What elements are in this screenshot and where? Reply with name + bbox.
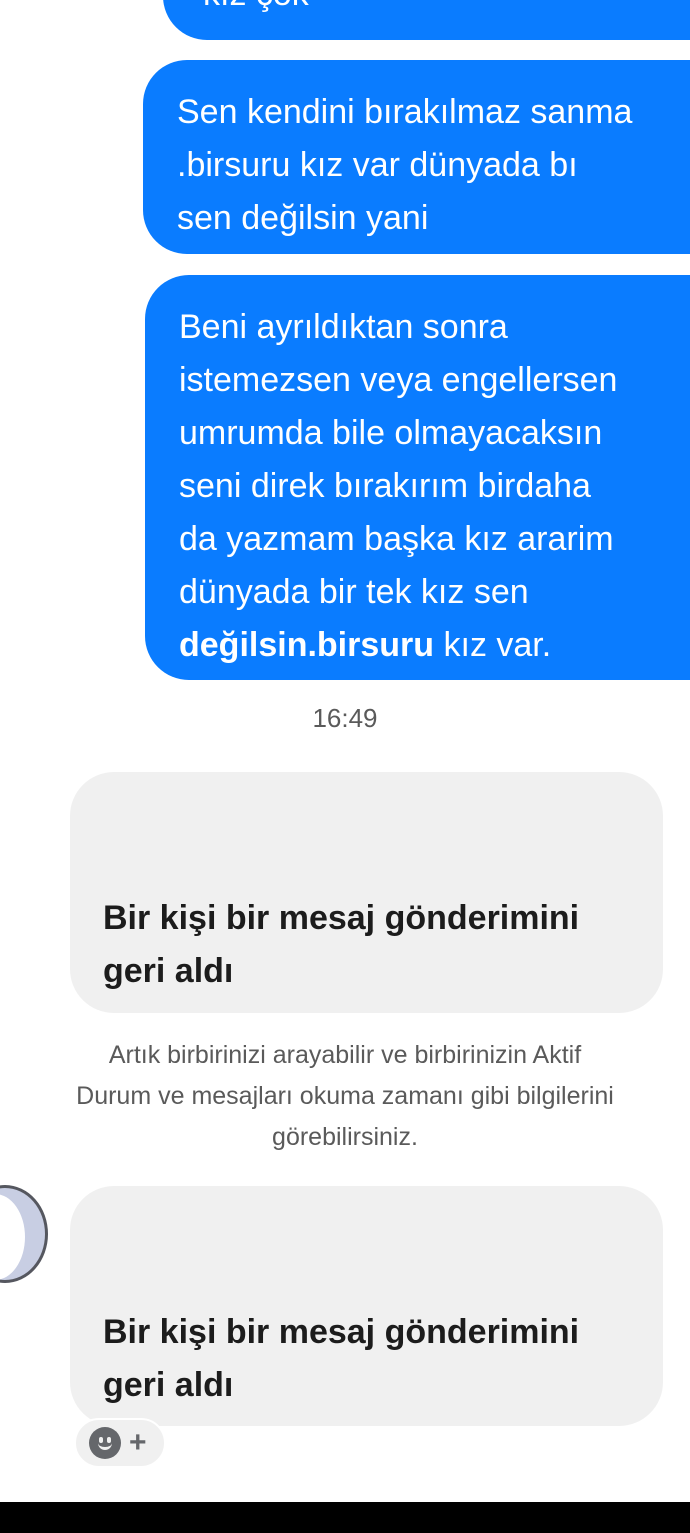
message-line: umrumda bile olmayacaksın — [179, 414, 603, 452]
outgoing-message[interactable]: Sen kendini bırakılmaz sanma .birsuru kı… — [143, 60, 690, 254]
notice-line: görebilirsiniz. — [272, 1123, 418, 1151]
message-line: dünyada bir tek kız sen — [179, 573, 529, 611]
message-line: istemezsen veya engellersen — [179, 361, 618, 399]
message-line: değilsin.birsuru kız var. — [179, 619, 690, 672]
message-timestamp: 16:49 — [312, 703, 378, 733]
notice-line: Durum ve mesajları okuma zamanı gibi bil… — [76, 1082, 614, 1110]
plus-icon: + — [129, 1426, 147, 1459]
unsent-text-line: geri aldı — [103, 1366, 234, 1404]
message-line: .birsuru kız var dünyada bı — [177, 146, 578, 184]
message-line: da yazmam başka kız ararim — [179, 520, 614, 558]
notice-line: Artık birbirinizi arayabilir ve birbirin… — [108, 1041, 582, 1069]
message-text: kız çok — [203, 0, 309, 11]
add-reaction-button[interactable]: + — [74, 1418, 166, 1468]
message-line: seni direk bırakırım birdaha — [179, 467, 591, 505]
avatar-image — [0, 1194, 25, 1280]
message-line: sen değilsin yani — [177, 199, 429, 237]
chat-screen: kız çok Sen kendini bırakılmaz sanma .bi… — [0, 0, 690, 1533]
avatar[interactable] — [0, 1185, 48, 1283]
message-line: Beni ayrıldıktan sonra — [179, 308, 508, 346]
smiley-icon — [89, 1427, 121, 1459]
bold-text: değilsin.birsuru — [179, 626, 435, 664]
outgoing-message-partial[interactable]: kız çok — [163, 0, 690, 40]
unsent-message-notice[interactable]: Bir kişi bir mesaj gönderimini geri aldı — [70, 772, 663, 1013]
message-line: Sen kendini bırakılmaz sanma — [177, 93, 633, 131]
bottom-bar — [0, 1502, 690, 1533]
unsent-text-line: Bir kişi bir mesaj gönderimini — [103, 1313, 580, 1351]
message-text: kız var. — [434, 626, 552, 664]
system-notice: Artık birbirinizi arayabilir ve birbirin… — [0, 1035, 690, 1158]
unsent-text-line: Bir kişi bir mesaj gönderimini — [103, 899, 580, 937]
outgoing-message[interactable]: Beni ayrıldıktan sonra istemezsen veya e… — [145, 275, 690, 680]
unsent-message-notice[interactable]: Bir kişi bir mesaj gönderimini geri aldı — [70, 1186, 663, 1426]
unsent-text-line: geri aldı — [103, 952, 234, 990]
